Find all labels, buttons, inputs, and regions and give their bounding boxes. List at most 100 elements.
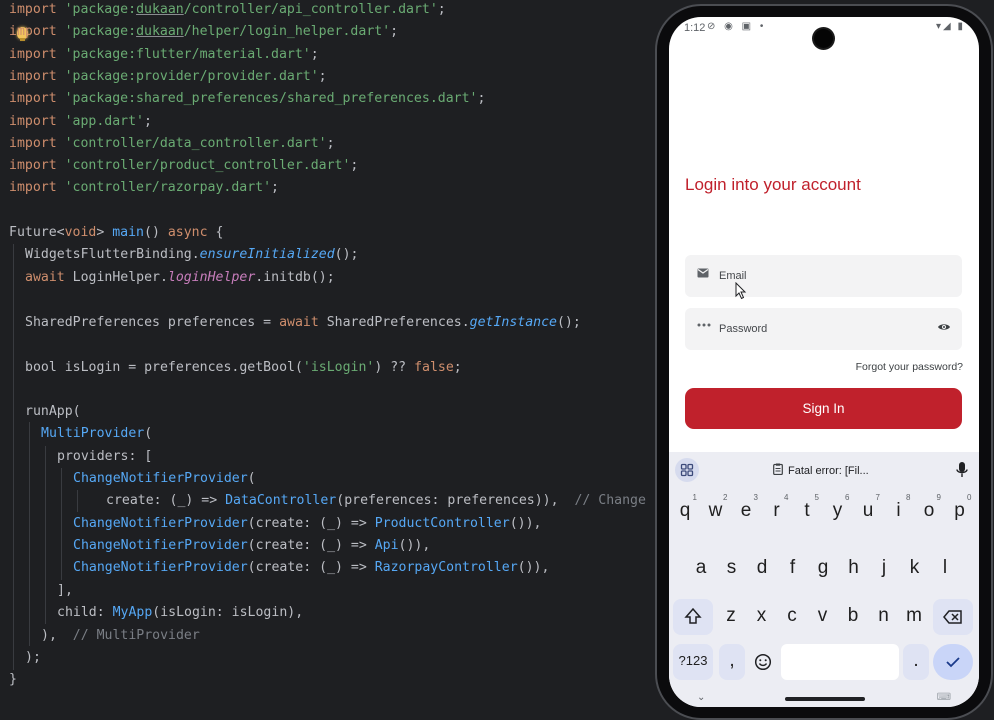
key-s[interactable]: s bbox=[718, 551, 746, 587]
email-input[interactable] bbox=[719, 255, 919, 297]
code-token: ; bbox=[437, 2, 446, 17]
on-screen-keyboard[interactable]: Fatal error: [Fil... q1w2e3r4t5y6u7i8o9p… bbox=[669, 452, 979, 707]
eye-icon[interactable] bbox=[937, 320, 951, 334]
clipboard-text: Fatal error: [Fil... bbox=[788, 465, 869, 477]
code-line-ensure: WidgetsFlutterBinding.ensureInitialized(… bbox=[25, 245, 358, 265]
key-r[interactable]: r4 bbox=[763, 493, 791, 530]
key-g[interactable]: g bbox=[809, 551, 837, 587]
key-b[interactable]: b bbox=[839, 599, 867, 635]
code-line-initdb: await LoginHelper.loginHelper.initdb(); bbox=[25, 268, 335, 288]
key-h[interactable]: h bbox=[840, 551, 868, 587]
code-token: import bbox=[9, 68, 57, 84]
keyboard-hide-icon[interactable]: ⌄ bbox=[697, 692, 705, 703]
code-token: import bbox=[9, 135, 57, 151]
symbols-key[interactable]: ?123 bbox=[673, 644, 713, 680]
code-token: (); bbox=[556, 315, 581, 330]
microphone-icon[interactable] bbox=[955, 461, 969, 479]
key-c[interactable]: c bbox=[778, 599, 806, 635]
key-t[interactable]: t5 bbox=[793, 493, 821, 530]
key-i[interactable]: i8 bbox=[885, 493, 913, 530]
gesture-nav-handle[interactable] bbox=[785, 697, 865, 701]
code-line-child: child: MyApp(isLogin: isLogin), bbox=[57, 603, 303, 623]
status-notification-icons: ⊘ ◉ ▣ • bbox=[707, 21, 767, 32]
shift-key[interactable] bbox=[673, 599, 713, 635]
code-line-cnp4: ChangeNotifierProvider(create: (_) => Ra… bbox=[73, 558, 549, 578]
key-y[interactable]: y6 bbox=[824, 493, 852, 530]
code-token: import bbox=[9, 91, 57, 107]
code-token: 'package:flutter/material.dart' bbox=[64, 46, 311, 62]
key-o[interactable]: o9 bbox=[915, 493, 943, 530]
key-a[interactable]: a bbox=[687, 551, 715, 587]
code-token: ChangeNotifierProvider bbox=[73, 560, 248, 575]
code-token: (preferences: preferences)), bbox=[336, 493, 575, 508]
code-token: main bbox=[112, 225, 144, 240]
key-hint: 6 bbox=[845, 493, 850, 502]
code-token: DataController bbox=[225, 493, 337, 508]
key-hint: 9 bbox=[936, 493, 941, 502]
code-token: > bbox=[96, 225, 113, 240]
code-editor[interactable]: import 'package:dukaan/controller/api_co… bbox=[0, 0, 650, 720]
code-token: SharedPreferences. bbox=[318, 315, 470, 330]
code-line-close-bracket: ], bbox=[57, 581, 73, 601]
code-token: MultiProvider bbox=[41, 426, 145, 441]
key-hint: 0 bbox=[967, 493, 972, 502]
period-key[interactable]: . bbox=[903, 644, 929, 680]
forgot-password-link[interactable]: Forgot your password? bbox=[856, 361, 963, 373]
password-field[interactable] bbox=[685, 308, 962, 350]
keyboard-switch-icon[interactable]: ⌨ bbox=[937, 692, 951, 703]
code-token: false bbox=[414, 360, 454, 375]
key-u[interactable]: u7 bbox=[854, 493, 882, 530]
password-input[interactable] bbox=[719, 308, 919, 350]
key-e[interactable]: e3 bbox=[732, 493, 760, 530]
space-key[interactable] bbox=[781, 644, 899, 680]
key-q[interactable]: q1 bbox=[671, 493, 699, 530]
code-token: (create: (_) => bbox=[247, 516, 375, 531]
sign-in-button[interactable]: Sign In bbox=[685, 388, 962, 429]
keyboard-suggestion-bar: Fatal error: [Fil... bbox=[669, 452, 979, 488]
apps-grid-icon[interactable] bbox=[675, 458, 699, 482]
code-token: ), bbox=[41, 628, 73, 643]
key-l[interactable]: l bbox=[931, 551, 959, 587]
code-token: 'package: bbox=[64, 2, 137, 17]
enter-key[interactable] bbox=[933, 644, 973, 680]
code-token: import bbox=[9, 113, 57, 129]
code-token: 'package:shared_preferences/shared_prefe… bbox=[64, 91, 478, 107]
code-token: ()), bbox=[398, 538, 431, 553]
code-token: MyApp bbox=[112, 605, 153, 620]
emoji-key[interactable] bbox=[749, 644, 777, 680]
key-d[interactable]: d bbox=[748, 551, 776, 587]
key-v[interactable]: v bbox=[809, 599, 837, 635]
code-token: (); bbox=[334, 247, 359, 262]
code-token: ; bbox=[453, 360, 462, 375]
code-token: dukaan bbox=[136, 24, 184, 40]
code-token: ProductController bbox=[374, 516, 510, 531]
key-z[interactable]: z bbox=[717, 599, 745, 635]
code-token: await bbox=[279, 315, 319, 330]
key-hint: 1 bbox=[692, 493, 697, 502]
code-line-cnp1: ChangeNotifierProvider( bbox=[73, 469, 256, 489]
email-field[interactable] bbox=[685, 255, 962, 297]
comma-key[interactable]: , bbox=[719, 644, 745, 680]
key-m[interactable]: m bbox=[900, 599, 928, 635]
code-token: (create: (_) => bbox=[247, 538, 375, 553]
code-token: ; bbox=[318, 68, 327, 84]
code-token: ChangeNotifierProvider bbox=[73, 471, 248, 486]
code-token: import bbox=[9, 158, 57, 174]
key-x[interactable]: x bbox=[748, 599, 776, 635]
key-k[interactable]: k bbox=[901, 551, 929, 587]
key-n[interactable]: n bbox=[870, 599, 898, 635]
code-line-import: import 'app.dart'; bbox=[9, 112, 152, 132]
code-token: 'isLogin' bbox=[302, 360, 375, 375]
key-p[interactable]: p0 bbox=[946, 493, 974, 530]
code-token: WidgetsFlutterBinding. bbox=[25, 247, 200, 262]
clipboard-suggestion[interactable]: Fatal error: [Fil... bbox=[773, 463, 869, 477]
key-w[interactable]: w2 bbox=[702, 493, 730, 530]
code-token: ( bbox=[247, 471, 256, 486]
backspace-key[interactable] bbox=[933, 599, 973, 635]
code-line-import: import 'controller/razorpay.dart'; bbox=[9, 178, 279, 198]
key-j[interactable]: j bbox=[870, 551, 898, 587]
phone-screen: 1:12 ⊘ ◉ ▣ • ▾◢ ▮ Login into your accoun… bbox=[669, 17, 979, 707]
code-token: ; bbox=[477, 91, 486, 107]
key-f[interactable]: f bbox=[779, 551, 807, 587]
code-token: ChangeNotifierProvider bbox=[73, 538, 248, 553]
